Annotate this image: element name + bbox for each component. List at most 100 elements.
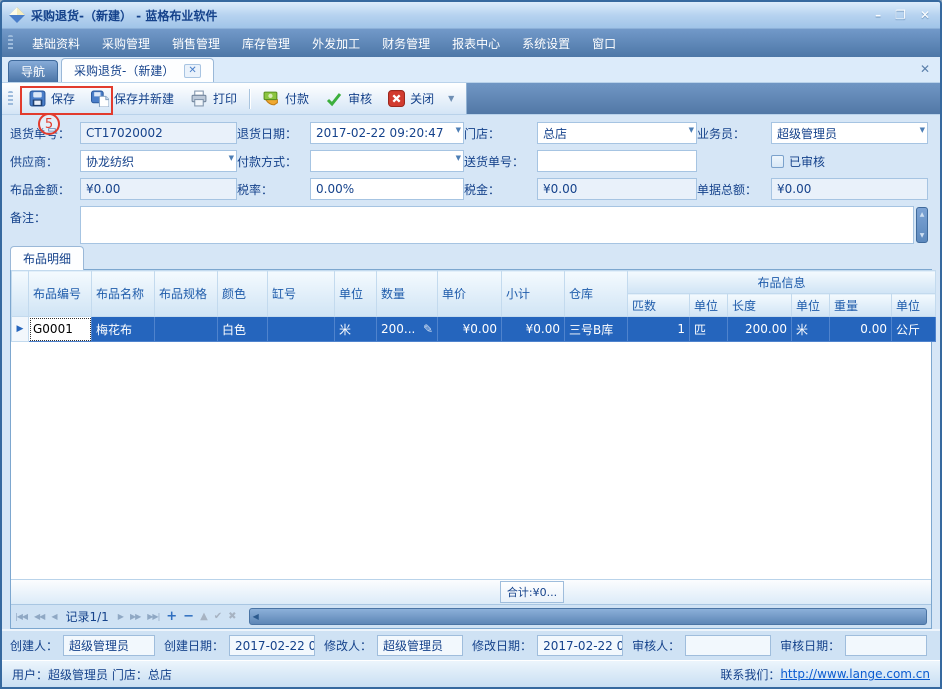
nav-last-button[interactable]: ▶▶|: [147, 612, 159, 621]
table-row[interactable]: ▶ G0001 梅花布 白色 米 ✎200... ¥0.00 ¥0.00 三号B…: [12, 317, 936, 342]
supplier-field[interactable]: 协龙纺织▼: [80, 150, 237, 172]
nav-cancel-button[interactable]: ✖: [228, 611, 235, 622]
col-header-weight-unit[interactable]: 单位: [892, 294, 936, 317]
menu-item-inventory[interactable]: 库存管理: [231, 31, 301, 56]
nav-next-page-button[interactable]: ▶▶: [130, 612, 140, 621]
tab-navigation[interactable]: 导航: [8, 60, 58, 82]
menu-item-finance[interactable]: 财务管理: [371, 31, 441, 56]
create-date-label: 创建日期：: [164, 637, 224, 654]
menu-item-basic-data[interactable]: 基础资料: [21, 31, 91, 56]
remark-scroll-control[interactable]: ▲ ▼: [916, 207, 928, 243]
menu-item-purchase[interactable]: 采购管理: [91, 31, 161, 56]
col-header-qty[interactable]: 数量: [377, 271, 438, 317]
cell-warehouse[interactable]: 三号B库: [565, 317, 628, 342]
col-header-warehouse[interactable]: 仓库: [565, 271, 628, 317]
cell-pcs-unit[interactable]: 匹: [690, 317, 728, 342]
spin-up-icon[interactable]: ▲: [920, 211, 925, 218]
cell-spec[interactable]: [155, 317, 218, 342]
chevron-down-icon[interactable]: ▼: [229, 154, 234, 162]
website-link[interactable]: http://www.lange.com.cn: [780, 667, 930, 681]
audited-checkbox[interactable]: [771, 155, 784, 168]
col-header-pcs-unit[interactable]: 单位: [690, 294, 728, 317]
nav-first-button[interactable]: |◀◀: [15, 612, 27, 621]
modifier-field: 超级管理员: [377, 635, 463, 656]
cell-length[interactable]: 200.00: [728, 317, 792, 342]
save-and-new-button[interactable]: 保存并新建: [83, 87, 182, 110]
menu-item-reports[interactable]: 报表中心: [441, 31, 511, 56]
chevron-down-icon[interactable]: ▼: [920, 126, 925, 134]
menu-item-window[interactable]: 窗口: [581, 31, 627, 56]
col-header-vat[interactable]: 缸号: [268, 271, 335, 317]
col-header-name[interactable]: 布品名称: [92, 271, 155, 317]
chevron-down-icon[interactable]: ▼: [689, 126, 694, 134]
tab-close-icon[interactable]: ✕: [184, 64, 200, 78]
col-header-length-unit[interactable]: 单位: [792, 294, 830, 317]
menu-item-sales[interactable]: 销售管理: [161, 31, 231, 56]
scroll-left-icon[interactable]: ◀: [253, 612, 259, 621]
cell-price[interactable]: ¥0.00: [438, 317, 502, 342]
maximize-button[interactable]: ❐: [895, 8, 906, 22]
spin-down-icon[interactable]: ▼: [920, 232, 925, 239]
close-form-button[interactable]: 关闭: [380, 87, 442, 110]
chevron-down-icon[interactable]: ▼: [456, 154, 461, 162]
nav-delete-row-button[interactable]: −: [183, 609, 193, 624]
col-header-subtotal[interactable]: 小计: [502, 271, 565, 317]
pay-method-field[interactable]: ▼: [310, 150, 464, 172]
audit-button[interactable]: 审核: [317, 87, 380, 110]
nav-edit-button[interactable]: ▲: [200, 611, 207, 622]
cell-weight-unit[interactable]: 公斤: [892, 317, 936, 342]
delivery-no-field[interactable]: [537, 150, 697, 172]
tab-purchase-return[interactable]: 采购退货-（新建） ✕: [61, 58, 214, 82]
nav-post-button[interactable]: ✔: [214, 611, 221, 622]
status-bar: 用户：超级管理员 门店：总店 联系我们： http://www.lange.co…: [2, 660, 940, 687]
print-button-label: 打印: [213, 90, 237, 107]
delivery-no-label: 送货单号：: [464, 153, 537, 170]
salesman-field[interactable]: 超级管理员▼: [771, 122, 928, 144]
cell-code[interactable]: G0001: [29, 317, 92, 342]
col-header-pcs[interactable]: 匹数: [628, 294, 690, 317]
fabric-amount-field: ¥0.00: [80, 178, 237, 200]
horizontal-scrollbar[interactable]: ◀: [249, 608, 927, 625]
remark-field[interactable]: [80, 206, 914, 244]
tab-fabric-detail[interactable]: 布品明细: [10, 246, 84, 270]
cell-color[interactable]: 白色: [218, 317, 268, 342]
cell-subtotal[interactable]: ¥0.00: [502, 317, 565, 342]
minimize-button[interactable]: –: [875, 8, 881, 22]
return-no-field: CT17020002: [80, 122, 237, 144]
cell-qty[interactable]: ✎200...: [377, 317, 438, 342]
tax-rate-field[interactable]: 0.00%: [310, 178, 464, 200]
menu-item-outsourcing[interactable]: 外发加工: [301, 31, 371, 56]
col-header-price[interactable]: 单价: [438, 271, 502, 317]
store-field[interactable]: 总店▼: [537, 122, 697, 144]
cell-name[interactable]: 梅花布: [92, 317, 155, 342]
return-date-field[interactable]: 2017-02-22 09:20:47▼: [310, 122, 464, 144]
cell-length-unit[interactable]: 米: [792, 317, 830, 342]
col-header-code[interactable]: 布品编号: [29, 271, 92, 317]
cell-weight[interactable]: 0.00: [830, 317, 892, 342]
menu-item-settings[interactable]: 系统设置: [511, 31, 581, 56]
money-hand-icon: [262, 90, 280, 107]
nav-add-row-button[interactable]: +: [166, 609, 176, 624]
document-tab-bar: 导航 采购退货-（新建） ✕ ✕: [2, 57, 940, 83]
nav-prev-page-button[interactable]: ◀◀: [34, 612, 44, 621]
col-header-spec[interactable]: 布品规格: [155, 271, 218, 317]
nav-prev-button[interactable]: ◀: [51, 612, 56, 621]
nav-next-button[interactable]: ▶: [118, 612, 123, 621]
cell-pcs[interactable]: 1: [628, 317, 690, 342]
salesman-label: 业务员：: [697, 125, 771, 142]
col-header-length[interactable]: 长度: [728, 294, 792, 317]
chevron-down-icon[interactable]: ▼: [456, 126, 461, 134]
col-header-unit[interactable]: 单位: [335, 271, 377, 317]
col-header-color[interactable]: 颜色: [218, 271, 268, 317]
close-all-tabs-icon[interactable]: ✕: [920, 62, 930, 76]
payment-button[interactable]: 付款: [254, 87, 317, 110]
toolbar-dropdown-icon[interactable]: ▼: [442, 94, 460, 103]
col-header-weight[interactable]: 重量: [830, 294, 892, 317]
cell-vat[interactable]: [268, 317, 335, 342]
print-button[interactable]: 打印: [182, 87, 245, 110]
create-date-field: 2017-02-22 09: [229, 635, 315, 656]
cell-unit[interactable]: 米: [335, 317, 377, 342]
return-date-label: 退货日期：: [237, 125, 310, 142]
save-button[interactable]: 保存: [21, 87, 83, 110]
close-button[interactable]: ✕: [920, 8, 930, 22]
